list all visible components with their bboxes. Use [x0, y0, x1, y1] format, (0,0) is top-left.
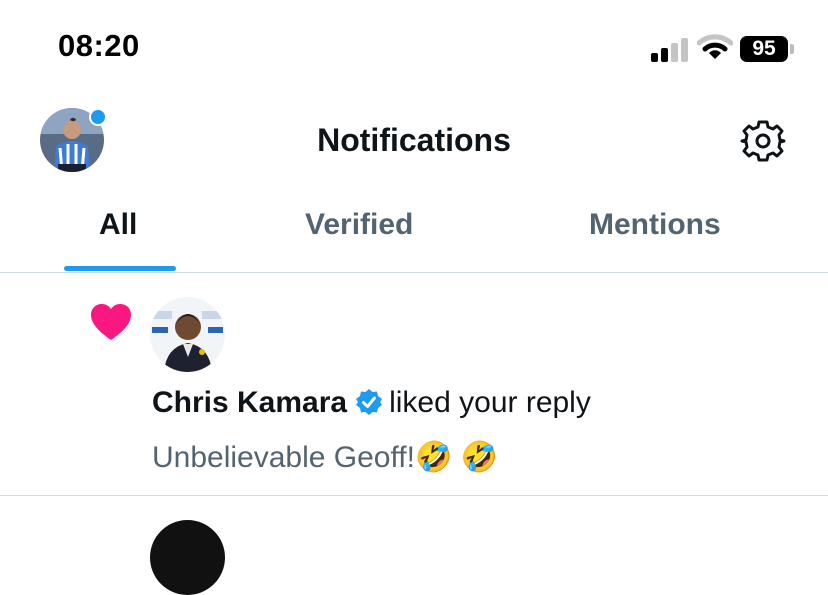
gear-icon[interactable]: [740, 118, 786, 164]
heart-icon: [91, 304, 131, 340]
divider: [0, 495, 828, 496]
next-notification-avatar[interactable]: [150, 520, 225, 595]
notification-user-avatar[interactable]: [150, 297, 225, 372]
battery-indicator: 95: [740, 36, 794, 64]
notification-summary: Chris Kamara liked your reply: [152, 386, 591, 420]
active-tab-indicator: [64, 266, 176, 271]
tab-all[interactable]: All: [99, 208, 137, 242]
cellular-signal-icon: [651, 38, 691, 62]
battery-level: 95: [752, 37, 776, 60]
wifi-icon: [697, 34, 733, 59]
tab-bar: All Verified Mentions: [0, 198, 828, 272]
verified-badge-icon: [356, 389, 383, 415]
top-app-bar: Notifications: [0, 100, 828, 180]
status-time: 08:20: [58, 28, 140, 63]
page-title: Notifications: [317, 122, 511, 158]
tab-verified[interactable]: Verified: [305, 208, 413, 242]
notification-user-name[interactable]: Chris Kamara: [152, 386, 347, 419]
tab-mentions[interactable]: Mentions: [589, 208, 721, 242]
notification-action: liked your reply: [389, 386, 591, 419]
unread-dot: [89, 108, 107, 126]
status-bar: 08:20 95: [0, 0, 828, 100]
notification-reply-text[interactable]: Unbelievable Geoff!🤣 🤣: [152, 440, 498, 475]
